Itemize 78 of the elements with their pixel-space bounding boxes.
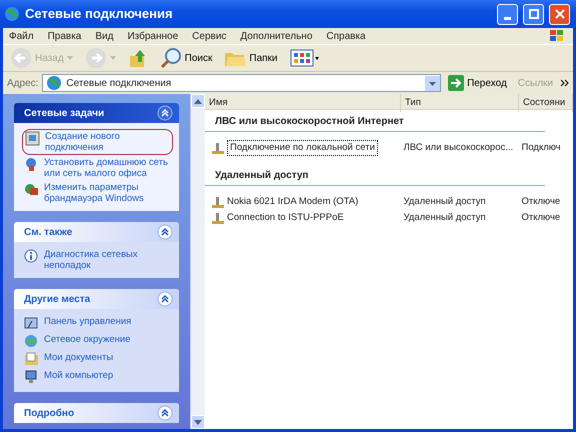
connection-name[interactable]: Подключение по локальной сети xyxy=(227,140,378,156)
folders-button[interactable]: Папки xyxy=(221,46,280,70)
task-link[interactable]: Сетевое окружение xyxy=(22,333,173,350)
menu-item[interactable]: Правка xyxy=(48,28,82,44)
collapse-icon xyxy=(157,291,173,307)
collapse-icon xyxy=(157,405,173,421)
home-network-icon xyxy=(24,157,39,172)
menu-item[interactable]: Файл xyxy=(9,28,34,44)
menu-item[interactable]: Справка xyxy=(326,28,366,44)
network-connection-icon xyxy=(211,141,225,156)
connection-name[interactable]: Connection to ISTU-PPPoE xyxy=(227,210,344,226)
scroll-up-button[interactable] xyxy=(191,94,205,108)
panel-title: Подробно xyxy=(24,406,74,420)
folder-up-icon xyxy=(128,48,148,68)
panel-title: Сетевые задачи xyxy=(24,106,104,120)
shield-globe-icon xyxy=(24,182,39,197)
group-header: Удаленный доступ xyxy=(205,164,545,186)
task-link[interactable]: Создание нового подключения xyxy=(22,129,173,155)
type-cell-text: Удаленный доступ xyxy=(402,210,487,225)
menu-item[interactable]: Сервис xyxy=(192,28,226,44)
minimize-button[interactable] xyxy=(497,4,518,24)
status-cell-text: Подключ xyxy=(520,141,562,155)
wizard-icon xyxy=(25,131,40,146)
collapse-icon xyxy=(157,224,173,240)
column-header[interactable]: Имя xyxy=(205,94,401,112)
views-icon xyxy=(290,49,320,67)
maximize-icon xyxy=(528,9,538,19)
go-arrow-icon xyxy=(448,75,464,91)
documents-folder-icon xyxy=(24,352,39,367)
close-icon xyxy=(554,9,564,19)
panel-header[interactable]: Другие места xyxy=(14,289,179,309)
maximize-button[interactable] xyxy=(523,4,544,24)
close-button[interactable] xyxy=(549,4,570,24)
task-link[interactable]: Установить домашнюю сеть или сеть малого офиса xyxy=(22,156,173,180)
status-cell-text: Отключе xyxy=(520,210,562,225)
type-cell-text: Удаленный доступ xyxy=(402,194,487,209)
task-link[interactable]: Мои документы xyxy=(22,351,173,368)
panel-title: См. также xyxy=(24,226,72,240)
menu-item[interactable]: Избранное xyxy=(127,28,178,44)
window-title: Сетевые подключения xyxy=(25,5,174,24)
panel-title: Другие места xyxy=(24,292,90,306)
task-link[interactable]: Мой компьютер xyxy=(22,369,173,386)
address-field[interactable]: Сетевые подключения xyxy=(42,74,442,92)
globe-icon xyxy=(4,6,20,22)
globe-icon xyxy=(46,75,62,91)
column-header[interactable]: Состояни xyxy=(519,94,573,112)
more-chevron-icon xyxy=(561,79,569,87)
menu-item[interactable]: Вид xyxy=(95,28,114,44)
group-header: ЛВС или высокоскоростной Интернет xyxy=(205,110,545,132)
task-link[interactable]: Диагностика сетевых неполадок xyxy=(22,248,173,272)
network-connection-icon xyxy=(211,211,225,225)
windows-flag-icon xyxy=(549,29,565,43)
computer-icon xyxy=(24,370,39,385)
task-link[interactable]: Панель управления xyxy=(22,315,173,332)
panel-header[interactable]: См. также xyxy=(14,222,179,242)
scroll-down-button[interactable] xyxy=(191,415,205,429)
search-button[interactable]: Поиск xyxy=(156,45,216,71)
up-caret-icon xyxy=(194,98,202,104)
connection-name[interactable]: Nokia 6021 IrDA Modem (OTA) xyxy=(227,194,358,210)
search-icon xyxy=(160,47,182,69)
address-label: Адрес: xyxy=(7,76,38,90)
info-icon xyxy=(24,249,39,264)
menu-item[interactable]: Дополнительно xyxy=(240,28,312,44)
collapse-icon xyxy=(157,105,173,121)
go-button[interactable]: Переход xyxy=(445,73,510,93)
task-link[interactable]: Изменить параметры брандмауэра Windows xyxy=(22,181,173,205)
dropdown-caret-icon xyxy=(110,56,116,60)
control-panel-icon xyxy=(24,316,39,331)
network-connection-icon xyxy=(211,195,225,209)
column-header[interactable]: Тип xyxy=(401,94,519,112)
panel-header[interactable]: Подробно xyxy=(14,403,179,423)
dropdown-caret-icon xyxy=(66,56,73,60)
minimize-icon xyxy=(504,16,511,20)
type-cell-text: ЛВС или высокоскорос... xyxy=(402,141,514,155)
panel-header[interactable]: Сетевые задачи xyxy=(14,103,179,123)
status-cell-text: Отключе xyxy=(520,194,562,209)
network-globe-icon xyxy=(24,334,39,349)
down-caret-icon xyxy=(194,420,202,424)
